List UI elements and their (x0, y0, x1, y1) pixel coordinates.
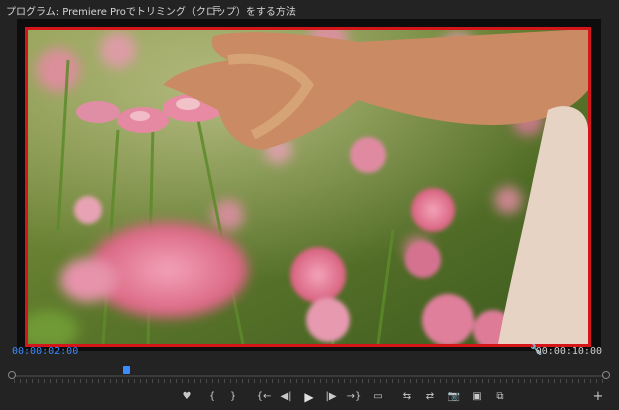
go-to-out-button[interactable]: →} (346, 390, 362, 404)
scrubber-ticks (14, 379, 604, 383)
vr-view-button[interactable]: ⧉ (492, 390, 508, 404)
play-button[interactable]: ▶ (301, 390, 317, 404)
panel-header: プログラム: Premiere Proでトリミング（クロップ）をする方法 ≡ (0, 0, 619, 18)
program-monitor-viewer[interactable] (17, 19, 601, 351)
add-marker-button[interactable]: ♥ (179, 390, 195, 404)
mark-out-button[interactable]: } (225, 390, 241, 404)
duration-timecode: 00:00:10:00 (535, 346, 602, 357)
export-frame-icon[interactable]: 📷 (446, 390, 462, 404)
go-to-in-button[interactable]: {← (256, 390, 272, 404)
timecode-row: 00:00:02:00 🔧 00:00:10:00 (0, 345, 619, 360)
scrubber-track[interactable] (14, 375, 604, 377)
panel-menu-icon[interactable]: ≡ (212, 2, 221, 15)
playback-resolution-select[interactable] (464, 346, 522, 354)
step-forward-button[interactable]: |▶ (323, 390, 339, 404)
insert-button[interactable]: ⇆ (399, 390, 415, 404)
comparison-view-button[interactable]: ▣ (469, 390, 485, 404)
zoom-level-select[interactable] (82, 346, 130, 354)
current-timecode[interactable]: 00:00:02:00 (12, 346, 78, 357)
scrubber-start-handle[interactable] (8, 371, 16, 379)
video-frame (28, 30, 588, 344)
panel-title[interactable]: プログラム: Premiere Proでトリミング（クロップ）をする方法 (6, 3, 296, 18)
scrubber-end-handle[interactable] (602, 371, 610, 379)
step-back-button[interactable]: ◀| (278, 390, 294, 404)
button-editor-add-button[interactable]: + (590, 390, 606, 404)
crop-frame-overlay (25, 27, 591, 347)
safe-margins-button[interactable]: ▭ (370, 390, 386, 404)
timeline-scrubber[interactable] (6, 364, 612, 386)
transport-controls: ♥ { } {← ◀| ▶ |▶ →} ▭ ⇆ ⇄ 📷 ▣ ⧉ + (0, 386, 619, 408)
overwrite-button[interactable]: ⇄ (422, 390, 438, 404)
mark-in-button[interactable]: { (204, 390, 220, 404)
playhead-marker[interactable] (123, 366, 131, 374)
